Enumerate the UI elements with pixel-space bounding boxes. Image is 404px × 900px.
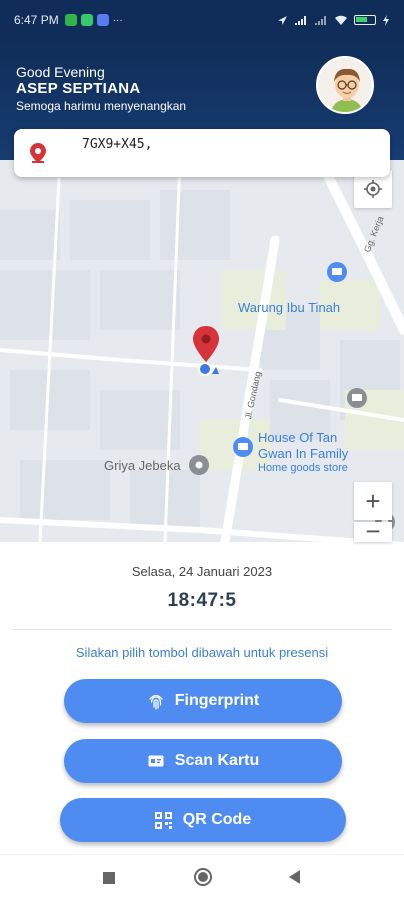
status-time: 6:47 PM (14, 13, 59, 27)
location-bar[interactable]: 7GX9+X45, (14, 129, 390, 177)
crosshair-icon (364, 180, 382, 198)
fingerprint-icon (147, 692, 165, 710)
map-place-house-sub: Home goods store (258, 462, 348, 474)
current-time: 18:47:5 (167, 590, 237, 611)
avatar[interactable] (316, 56, 374, 114)
scan-card-button[interactable]: Scan Kartu (64, 739, 342, 783)
user-name: ASEP SEPTIANA (16, 80, 141, 97)
zoom-in-button[interactable]: + (354, 482, 392, 520)
fingerprint-label: Fingerprint (174, 692, 260, 709)
tagline: Semoga harimu menyenangkan (16, 99, 187, 113)
app-icon (96, 14, 109, 26)
fingerprint-button[interactable]: Fingerprint (64, 679, 342, 723)
zoom-out-button[interactable]: − (354, 522, 392, 542)
signal-icon (295, 15, 306, 25)
map-view[interactable]: Warung Ibu Tinah House Of Tan Gwan In Fa… (0, 160, 404, 542)
map-place-house-line2[interactable]: Gwan In Family (258, 446, 348, 461)
scan-card-label: Scan Kartu (174, 752, 260, 769)
status-right (277, 14, 390, 26)
signal-icon-2 (315, 15, 326, 25)
card-icon (147, 752, 165, 770)
current-date: Selasa, 24 Januari 2023 (131, 564, 273, 579)
whatsapp-icon (64, 14, 77, 26)
divider (12, 629, 392, 630)
notification-icons (64, 14, 109, 26)
greeting: Good Evening (16, 64, 105, 80)
map-place-warung[interactable]: Warung Ibu Tinah (238, 300, 340, 315)
wifi-icon (335, 15, 347, 25)
user-avatar-icon (318, 58, 372, 112)
recent-apps-button[interactable] (103, 872, 115, 884)
location-code: 7GX9+X45, (82, 137, 153, 152)
system-nav-bar (0, 854, 404, 900)
qr-code-label: QR Code (182, 811, 252, 828)
qr-code-icon (155, 811, 173, 829)
map-place-griya[interactable]: Griya Jebeka (104, 458, 181, 473)
map-canvas (0, 160, 404, 542)
charging-icon (383, 14, 389, 26)
map-place-house-line1[interactable]: House Of Tan (258, 430, 337, 445)
more-notifications-icon: ··· (112, 14, 123, 26)
attendance-panel: Selasa, 24 Januari 2023 18:47:5 Silakan … (0, 542, 404, 854)
home-button[interactable] (194, 868, 212, 886)
location-arrow-icon (278, 15, 287, 25)
instruction-text: Silakan pilih tombol dibawah untuk prese… (75, 645, 329, 660)
battery-icon (354, 15, 376, 25)
status-bar: 6:47 PM ··· (0, 0, 404, 40)
message-icon (80, 14, 93, 26)
qr-code-button[interactable]: QR Code (60, 798, 346, 842)
map-pin-icon (30, 143, 46, 163)
back-button[interactable] (289, 870, 300, 884)
